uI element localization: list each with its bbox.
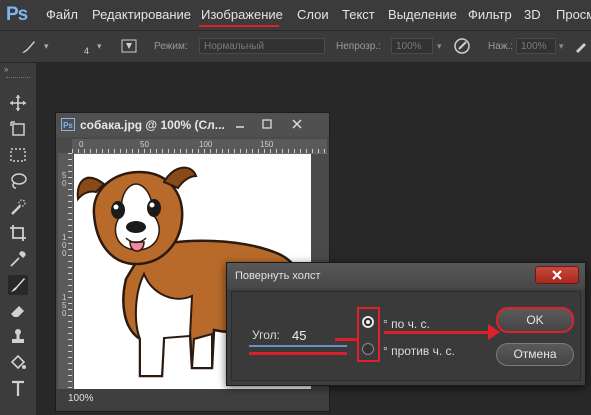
angle-label: Угол: [252, 328, 280, 342]
tools-panel: » [0, 63, 37, 415]
pressure-opacity-icon[interactable] [453, 37, 471, 55]
ruler-tick-label: 100 [199, 140, 213, 149]
document-title-bar[interactable]: Ps собака.jpg @ 100% (Сл... [56, 113, 329, 137]
chevron-down-icon[interactable]: ▾ [437, 41, 442, 52]
menu-type[interactable]: Текст [342, 7, 375, 22]
paint-bucket-icon[interactable] [8, 353, 28, 373]
photoshop-logo: Ps [6, 4, 28, 25]
brush-size[interactable]: 4 [84, 46, 89, 56]
menu-image-underline [199, 25, 279, 27]
ruler-vertical: 5 0 1 0 0 1 5 0 [58, 153, 73, 389]
menu-view[interactable]: Просм [556, 7, 591, 22]
menu-bar: Ps Файл Редактирование Изображение Слои … [0, 0, 591, 31]
stamp-icon[interactable] [8, 327, 28, 347]
ruler-tick-label: 50 [140, 140, 149, 149]
ruler-tick-label: 0 [79, 140, 84, 149]
menu-filter[interactable]: Фильтр [468, 7, 512, 22]
dialog-title-bar[interactable]: Повернуть холст [227, 263, 585, 289]
angle-input-underline [249, 345, 347, 347]
ruler-tick-label: 150 [260, 140, 274, 149]
radio-clockwise-label[interactable]: ° по ч. с. [383, 317, 430, 331]
ok-button[interactable]: OK [496, 307, 574, 333]
angle-input[interactable]: 45 [292, 328, 306, 343]
zoom-level[interactable]: 100% [68, 393, 94, 404]
radio-counterclockwise[interactable] [362, 343, 374, 355]
type-icon[interactable] [8, 379, 28, 399]
brush-icon[interactable] [8, 275, 28, 295]
cancel-button[interactable]: Отмена [496, 343, 574, 366]
annotation-arrow-to-ok [384, 331, 492, 334]
annotation-arrow-line [335, 338, 357, 341]
radio-counterclockwise-label[interactable]: ° против ч. с. [383, 344, 455, 358]
pressure-field[interactable]: 100% [516, 38, 556, 54]
menu-select[interactable]: Выделение [388, 7, 457, 22]
chevron-down-icon[interactable]: ▾ [97, 41, 102, 52]
ruler-tick-label: 0 [62, 179, 67, 188]
menu-3d[interactable]: 3D [524, 7, 541, 22]
radio-clockwise[interactable] [362, 316, 374, 328]
ps-document-icon: Ps [61, 118, 75, 131]
dialog-title: Повернуть холст [235, 270, 321, 282]
radio-selected-dot [366, 320, 370, 324]
minimize-icon[interactable] [233, 117, 247, 131]
opacity-label: Непрозр.: [336, 41, 381, 52]
opacity-field[interactable]: 100% [391, 38, 433, 54]
chevron-down-icon[interactable]: ▾ [44, 41, 49, 52]
menu-edit[interactable]: Редактирование [92, 7, 191, 22]
panel-grip[interactable] [6, 77, 30, 80]
brush-panel-icon[interactable] [121, 38, 137, 54]
chevron-down-icon[interactable]: ▾ [559, 41, 564, 52]
mode-select[interactable]: Нормальный [199, 38, 325, 54]
annotation-underline [249, 352, 347, 355]
ruler-tick-label: 0 [62, 249, 67, 258]
menu-image[interactable]: Изображение [201, 7, 283, 22]
pressure-label: Наж.: [488, 41, 514, 52]
close-icon [552, 270, 562, 280]
lasso-icon[interactable] [8, 171, 28, 191]
maximize-icon[interactable] [260, 117, 274, 131]
brush-preset-icon[interactable] [18, 37, 38, 57]
ruler-tick-label: 0 [62, 309, 67, 318]
dialog-close-button[interactable] [535, 266, 579, 284]
options-bar: ▾ 4 ▾ Режим: Нормальный Непрозр.: 100% ▾… [0, 31, 591, 63]
marquee-icon[interactable] [8, 145, 28, 165]
menu-layers[interactable]: Слои [297, 7, 329, 22]
document-status-bar: 100% [56, 389, 329, 411]
ruler-horizontal: 0 50 100 150 [72, 139, 327, 154]
document-title: собака.jpg @ 100% (Сл... [80, 118, 225, 132]
eraser-icon[interactable] [8, 301, 28, 321]
close-icon[interactable] [290, 117, 304, 131]
menu-file[interactable]: Файл [46, 7, 78, 22]
panel-collapse-icon[interactable]: » [4, 65, 8, 74]
move-icon[interactable] [8, 93, 28, 113]
dialog-body [231, 291, 581, 381]
eyedropper-icon[interactable] [8, 249, 28, 269]
artboard-icon[interactable] [8, 119, 28, 139]
quick-select-icon[interactable] [8, 197, 28, 217]
crop-icon[interactable] [8, 223, 28, 243]
airbrush-icon[interactable] [574, 39, 588, 53]
mode-label: Режим: [154, 41, 188, 52]
